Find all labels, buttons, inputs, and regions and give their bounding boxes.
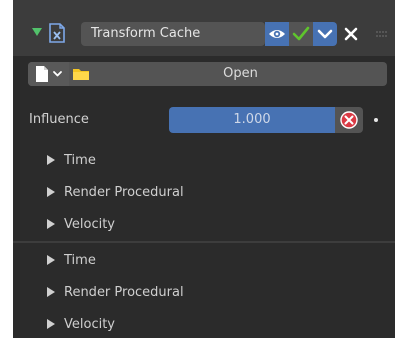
triangle-right-icon [47, 319, 55, 329]
document-icon [36, 66, 62, 82]
subpanel-time[interactable]: Time [47, 250, 96, 270]
subpanel-time[interactable]: Time [47, 150, 96, 170]
triangle-right-icon [47, 187, 55, 197]
close-icon[interactable] [341, 24, 361, 44]
checkmark-icon [292, 26, 310, 41]
divider [13, 241, 395, 243]
subpanel-velocity[interactable]: Velocity [47, 314, 115, 334]
folder-browse-button[interactable] [69, 62, 93, 86]
modifier-header: Transform Cache [13, 0, 395, 56]
more-options-button[interactable] [313, 22, 337, 46]
modifier-panel: Transform Cache Open Influence 1.000 Tim… [13, 0, 395, 338]
expand-toggle-icon[interactable] [32, 28, 42, 36]
triangle-right-icon [47, 255, 55, 265]
subpanel-render-procedural[interactable]: Render Procedural [47, 182, 184, 202]
subpanel-velocity[interactable]: Velocity [47, 214, 115, 234]
eye-icon [269, 30, 285, 38]
x-circle-icon [340, 111, 358, 129]
apply-toggle-button[interactable] [289, 22, 313, 46]
influence-label: Influence [29, 112, 89, 127]
cache-file-browse-button[interactable] [28, 62, 69, 86]
influence-slider[interactable]: 1.000 [169, 107, 335, 133]
triangle-right-icon [47, 155, 55, 165]
modifier-name-input[interactable]: Transform Cache [81, 22, 265, 46]
mesh-cache-icon [49, 23, 65, 43]
subpanel-label: Velocity [64, 216, 115, 232]
subpanel-label: Render Procedural [64, 284, 184, 300]
drag-handle-icon[interactable] [375, 30, 389, 38]
folder-icon [73, 69, 89, 80]
subpanel-label: Time [64, 152, 96, 168]
dot-icon[interactable] [374, 118, 378, 122]
triangle-right-icon [47, 219, 55, 229]
realtime-toggle-button[interactable] [265, 22, 289, 46]
cache-file-row: Open [28, 62, 387, 86]
open-button[interactable]: Open [94, 62, 387, 86]
subpanel-label: Render Procedural [64, 184, 184, 200]
subpanel-label: Time [64, 252, 96, 268]
chevron-down-icon [317, 29, 333, 39]
subpanel-label: Velocity [64, 316, 115, 332]
subpanel-render-procedural[interactable]: Render Procedural [47, 282, 184, 302]
triangle-right-icon [47, 287, 55, 297]
influence-clear-button[interactable] [335, 107, 363, 133]
